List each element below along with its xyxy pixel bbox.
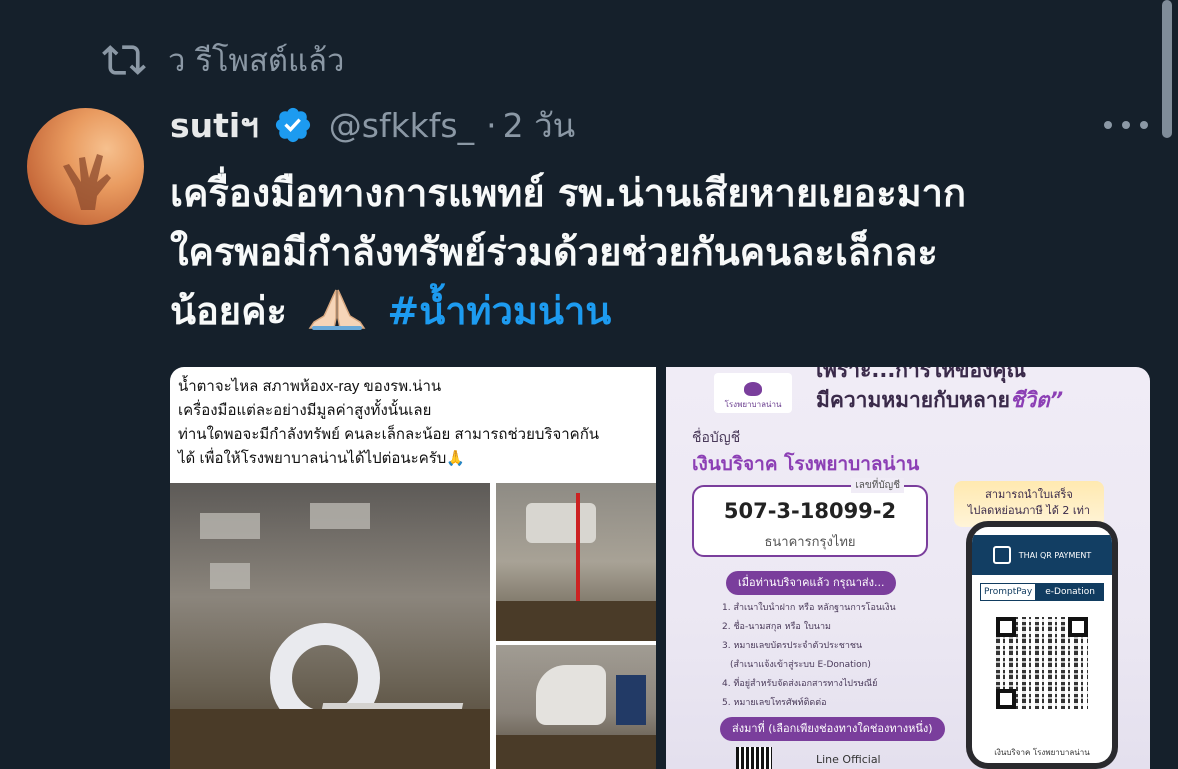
- tweet-header: sutiฯ @sfkkfs_ · 2 วัน: [170, 103, 575, 147]
- line-official-label: Line Official: [816, 753, 881, 766]
- thai-qr-icon: [992, 546, 1011, 564]
- tweet-text-line-end: น้อยค่ะ: [170, 289, 287, 333]
- caption-line: น้ำตาจะไหล สภาพห้องx-ray ของรพ.น่าน: [178, 378, 442, 395]
- step-item: (สำเนาแจ้งเข้าสู่ระบบ E-Donation): [730, 660, 871, 670]
- account-number: 507-3-18099-2: [723, 499, 897, 523]
- step-item: 3. หมายเลขบัตรประจำตัวประชาชน: [722, 641, 863, 651]
- step-item: 1. สำเนาใบนำฝาก หรือ หลักฐานการโอนเงิน: [722, 603, 896, 613]
- more-options-icon[interactable]: [1104, 112, 1148, 138]
- media-image-xray-room[interactable]: น้ำตาจะไหล สภาพห้องx-ray ของรพ.น่าน เครื…: [170, 367, 656, 769]
- account-label: ชื่อบัญชี: [692, 430, 741, 446]
- slogan-line-2: มีความหมายกับหลาย: [816, 388, 1010, 412]
- promptpay-label: PromptPay: [980, 583, 1037, 601]
- slogan-accent: ชีวิต”: [1009, 388, 1064, 412]
- repost-indicator[interactable]: ว รีโพสต์แล้ว: [102, 38, 344, 82]
- edonation-label: e-Donation: [1036, 583, 1104, 601]
- author-handle[interactable]: @sfkkfs_: [329, 106, 474, 145]
- hospital-logo-icon: [744, 382, 762, 396]
- donation-steps: 1. สำเนาใบนำฝาก หรือ หลักฐานการโอนเงิน 2…: [722, 599, 896, 713]
- repost-label: ว รีโพสต์แล้ว: [168, 43, 345, 79]
- image-caption: น้ำตาจะไหล สภาพห้องx-ray ของรพ.น่าน เครื…: [178, 375, 652, 471]
- avatar[interactable]: [27, 108, 144, 225]
- tweet-text-line: เครื่องมือทางการแพทย์ รพ.น่านเสียหายเยอะ…: [170, 171, 967, 215]
- tweet-text-line: ใครพอมีกำลังทรัพย์ร่วมด้วยช่วยกันคนละเล็…: [170, 230, 938, 274]
- small-qr-code: [736, 747, 772, 769]
- photo-damaged-equipment: [496, 645, 656, 769]
- step-item: 5. หมายเลขโทรศัพท์ติดต่อ: [722, 698, 827, 708]
- promptpay-bar: PromptPay e-Donation: [980, 583, 1104, 601]
- phone-footer-text: เงินบริจาค โรงพยาบาลน่าน: [994, 748, 1090, 757]
- bank-name: ธนาคารกรุงไทย: [764, 535, 856, 550]
- repost-icon: [102, 45, 146, 75]
- account-number-box: เลขที่บัญชี 507-3-18099-2 ธนาคารกรุงไทย: [692, 478, 928, 557]
- media-image-donation-poster[interactable]: โรงพยาบาลน่าน เพราะ...การให้ของคุณ มีควา…: [666, 367, 1150, 769]
- hashtag-link[interactable]: #น้ำท่วมน่าน: [387, 289, 611, 333]
- thai-qr-header: THAI QR PAYMENT: [972, 535, 1112, 575]
- tweet-text: เครื่องมือทางการแพทย์ รพ.น่านเสียหายเยอะ…: [170, 164, 1130, 341]
- timestamp[interactable]: 2 วัน: [503, 99, 576, 152]
- tax-line-2: ไปลดหย่อนภาษี ได้ 2 เท่า: [967, 504, 1091, 517]
- separator-dot: ·: [486, 105, 497, 145]
- caption-line: ท่านใดพอจะมีกำลังทรัพย์ คนละเล็กละน้อย ส…: [178, 426, 600, 443]
- step-item: 2. ชื่อ-นามสกุล หรือ ใบนาม: [722, 622, 831, 632]
- caption-line: เครื่องมือแต่ละอย่างมีมูลค่าสูงทั้งนั้นเ…: [178, 402, 432, 419]
- phone-mockup: THAI QR PAYMENT PromptPay e-Donation เงิ…: [966, 521, 1118, 769]
- tax-line-1: สามารถนำใบเสร็จ: [985, 488, 1073, 501]
- photo-ct-scanner: [170, 483, 490, 769]
- hospital-logo-text: โรงพยาบาลน่าน: [724, 400, 782, 409]
- thai-qr-label: THAI QR PAYMENT: [1018, 550, 1092, 560]
- verified-badge-icon[interactable]: [273, 105, 313, 145]
- author-name[interactable]: sutiฯ: [170, 99, 259, 152]
- account-number-label: เลขที่บัญชี: [851, 478, 904, 493]
- account-name: เงินบริจาค โรงพยาบาลน่าน: [692, 453, 920, 475]
- scrollbar[interactable]: [1162, 0, 1172, 138]
- hospital-logo: โรงพยาบาลน่าน: [714, 373, 792, 413]
- send-to-pill: ส่งมาที่ (เลือกเพียงช่องทางใดช่องทางหนึ่…: [720, 717, 945, 741]
- tweet-text-line: น้อยค่ะ #น้ำท่วมน่าน: [170, 282, 1130, 341]
- folded-hands-icon: [308, 289, 366, 330]
- photo-xray-machine: [496, 483, 656, 641]
- poster-slogan: เพราะ...การให้ของคุณ มีความหมายกับหลายชี…: [816, 367, 1063, 415]
- hand-shadow-image: [63, 154, 111, 210]
- caption-line: ได้ เพื่อให้โรงพยาบาลน่านได้ไปต่อนะครับ🙏: [178, 450, 465, 467]
- after-donate-pill: เมื่อท่านบริจาคแล้ว กรุณาส่ง...: [726, 571, 897, 595]
- tweet-media: น้ำตาจะไหล สภาพห้องx-ray ของรพ.น่าน เครื…: [170, 367, 1150, 769]
- slogan-line-1: เพราะ...การให้ของคุณ: [816, 367, 1026, 382]
- step-item: 4. ที่อยู่สำหรับจัดส่งเอกสารทางไปรษณีย์: [722, 679, 878, 689]
